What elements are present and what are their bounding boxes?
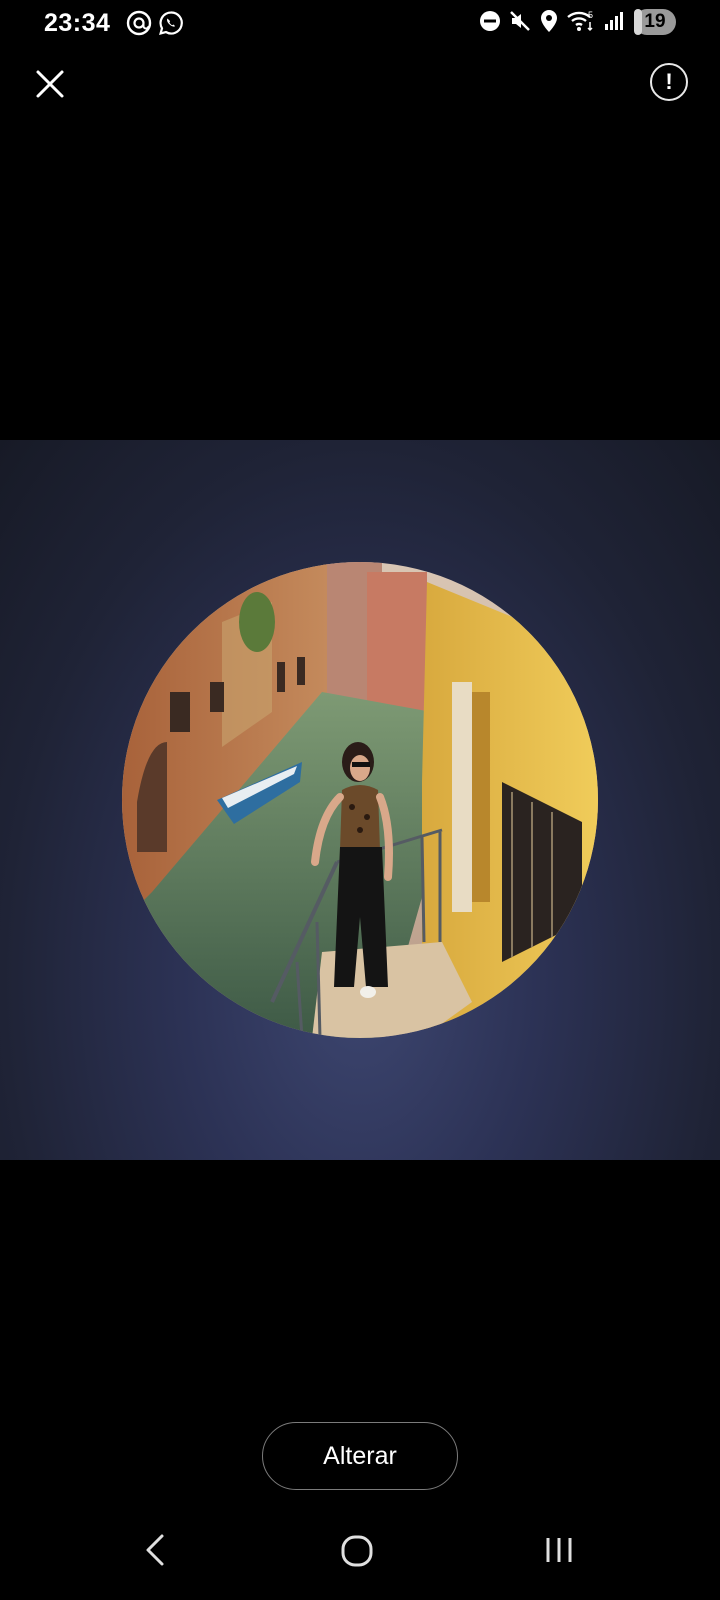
wifi-icon: 5: [567, 10, 593, 32]
report-button[interactable]: !: [650, 63, 688, 101]
mute-icon: [510, 11, 530, 31]
home-icon[interactable]: [340, 1534, 374, 1568]
whatsapp-icon: [159, 11, 183, 35]
do-not-disturb-icon: [480, 11, 500, 31]
navigation-bar: [0, 1510, 720, 1600]
recents-icon[interactable]: [542, 1532, 576, 1568]
change-photo-button[interactable]: Alterar: [262, 1422, 458, 1490]
exclamation-icon: !: [665, 69, 673, 94]
venice-canal-photo: [122, 562, 598, 1038]
close-button[interactable]: [28, 62, 72, 106]
status-right-icons: 5: [479, 9, 654, 33]
status-time: 23:34: [44, 9, 111, 37]
battery-fill: [634, 9, 642, 35]
threads-icon: [126, 10, 152, 36]
profile-photo: [122, 562, 598, 1038]
back-icon[interactable]: [140, 1530, 170, 1570]
status-bar: 23:34 5 19: [0, 0, 720, 48]
signal-icon: [605, 12, 623, 30]
battery-level: 19: [644, 11, 666, 32]
svg-text:5: 5: [588, 10, 593, 20]
location-icon: [541, 10, 557, 32]
status-left-icons: [126, 10, 184, 36]
close-icon: [36, 70, 64, 98]
battery-indicator: 19: [634, 9, 676, 35]
profile-photo-panel: [0, 440, 720, 1160]
